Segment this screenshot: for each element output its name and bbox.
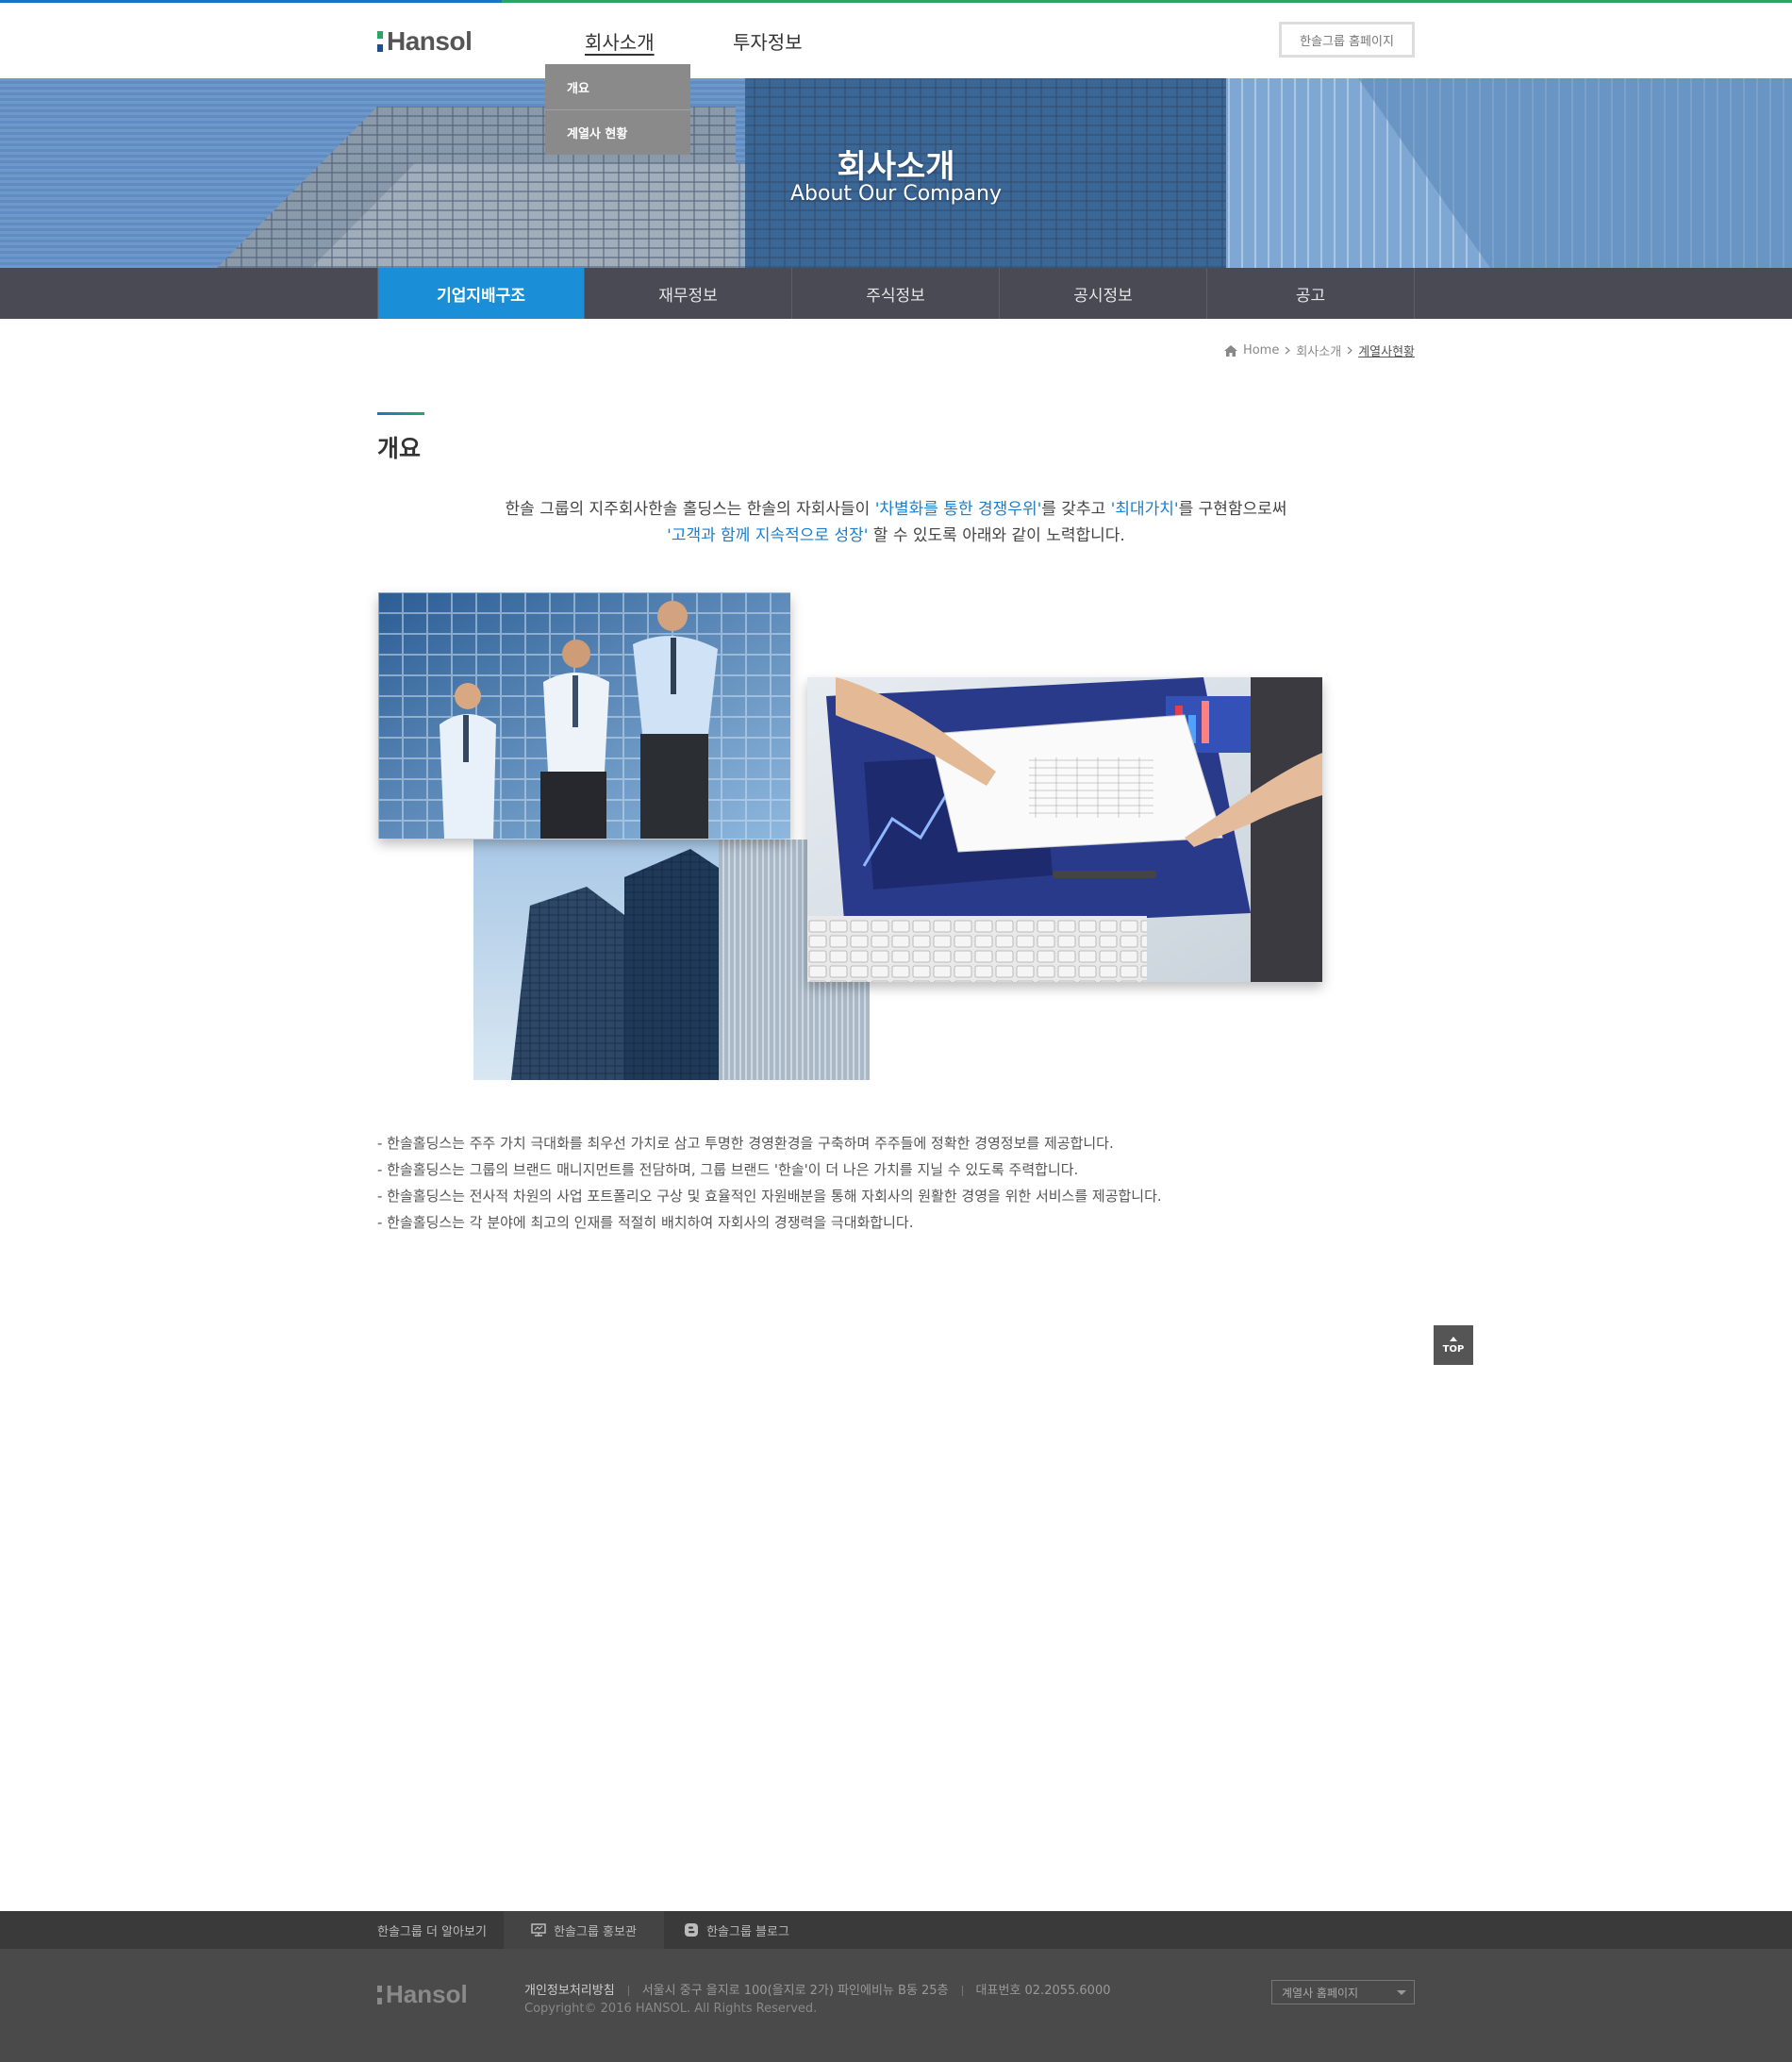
chevron-right-icon — [1347, 346, 1353, 355]
family-site-select-label: 계열사 홈페이지 — [1282, 1986, 1359, 2000]
family-site-select[interactable]: 계열사 홈페이지 — [1271, 1980, 1415, 2004]
overview-bullet-list: - 한솔홀딩스는 주주 가치 극대화를 최우선 가치로 삼고 투명한 경영환경을… — [377, 1130, 1162, 1236]
list-item: - 한솔홀딩스는 그룹의 브랜드 매니지먼트를 전담하며, 그룹 브랜드 '한솔… — [377, 1161, 1079, 1178]
footer-logo: Hansol — [377, 1980, 468, 2009]
dropdown-item-affiliates[interactable]: 계열사 현황 — [545, 109, 690, 155]
tab-governance[interactable]: 기업지배구조 — [377, 268, 585, 319]
intro-text-part: 한솔 그룹의 지주회사한솔 홀딩스는 한솔의 자회사들이 — [505, 500, 875, 519]
breadcrumb: Home 회사소개 계열사현황 — [1207, 341, 1415, 359]
footer-copyright: Copyright© 2016 HANSOL. All Rights Reser… — [524, 2002, 818, 2016]
footer-logo-text: Hansol — [386, 1980, 468, 2008]
presentation-board-icon — [531, 1923, 546, 1937]
intro-text-part: 할 수 있도록 아래와 같이 노력합니다. — [868, 526, 1125, 545]
header: Hansol 회사소개 투자정보 한솔그룹 홈페이지 — [0, 3, 1792, 78]
chevron-right-icon — [1285, 346, 1291, 355]
logo-mark-icon — [377, 31, 383, 52]
footer-more-label: 한솔그룹 더 알아보기 — [377, 1924, 487, 1939]
company-dropdown-menu: 개요 계열사 현황 — [545, 64, 690, 155]
intro-text-part: 를 구현함으로써 — [1178, 500, 1287, 519]
blogger-icon — [685, 1923, 699, 1937]
tab-notice[interactable]: 공고 — [1207, 268, 1415, 319]
chevron-down-icon — [1397, 1990, 1406, 1995]
documents-desk-photo — [807, 677, 1322, 982]
intro-highlight: '최대가치' — [1110, 500, 1179, 519]
hansol-logo[interactable]: Hansol — [377, 25, 473, 58]
privacy-policy-link[interactable]: 개인정보처리방침 — [524, 1984, 615, 1998]
pr-hall-label: 한솔그룹 홍보관 — [554, 1924, 637, 1939]
blog-link[interactable]: 한솔그룹 블로그 — [666, 1911, 807, 1949]
divider — [627, 1986, 629, 1996]
scroll-top-button[interactable]: TOP — [1434, 1325, 1473, 1365]
divider — [961, 1986, 963, 1996]
logo-mark-icon — [377, 1985, 382, 2004]
list-item: - 한솔홀딩스는 각 분야에 최고의 인재를 적절히 배치하여 자회사의 경쟁력… — [377, 1214, 914, 1231]
scroll-top-label: TOP — [1442, 1343, 1465, 1355]
dropdown-item-overview[interactable]: 개요 — [545, 64, 690, 109]
intro-highlight: '차별화를 통한 경쟁우위' — [874, 500, 1042, 519]
breadcrumb-level1[interactable]: 회사소개 — [1296, 341, 1341, 359]
footer-links-bar: 한솔그룹 더 알아보기 한솔그룹 홍보관 한솔그룹 블로그 — [0, 1911, 1792, 1949]
section-title-bar — [377, 412, 424, 415]
businessmen-photo — [378, 592, 790, 839]
intro-text: 한솔 그룹의 지주회사한솔 홀딩스는 한솔의 자회사들이 '차별화를 통한 경쟁… — [377, 496, 1415, 549]
list-item: - 한솔홀딩스는 주주 가치 극대화를 최우선 가치로 삼고 투명한 경영환경을… — [377, 1135, 1114, 1152]
tab-stock[interactable]: 주식정보 — [792, 268, 1000, 319]
breadcrumb-current[interactable]: 계열사현황 — [1358, 341, 1415, 359]
sub-nav: 기업지배구조 재무정보 주식정보 공시정보 공고 — [0, 268, 1792, 319]
group-homepage-button[interactable]: 한솔그룹 홈페이지 — [1279, 22, 1415, 58]
hero-title: 회사소개 — [837, 148, 955, 186]
blog-label: 한솔그룹 블로그 — [706, 1924, 789, 1939]
hero-banner: 회사소개 About Our Company — [0, 78, 1792, 268]
logo-text: Hansol — [387, 26, 473, 56]
page: Hansol 회사소개 투자정보 한솔그룹 홈페이지 회사소개 About Ou… — [0, 0, 1792, 2062]
tab-financial[interactable]: 재무정보 — [585, 268, 792, 319]
intro-highlight: '고객과 함께 지속적으로 성장' — [667, 526, 869, 545]
breadcrumb-home[interactable]: Home — [1243, 343, 1279, 358]
footer-phone: 대표번호 02.2055.6000 — [975, 1984, 1111, 1998]
intro-text-part: 를 갖추고 — [1041, 500, 1111, 519]
footer-info: 개인정보처리방침 서울시 중구 을지로 100(을지로 2가) 파인에비뉴 B동 … — [524, 1980, 1111, 1998]
section-title: 개요 — [377, 435, 422, 462]
home-icon — [1223, 344, 1237, 357]
pr-hall-link[interactable]: 한솔그룹 홍보관 — [504, 1911, 664, 1949]
footer: Hansol 개인정보처리방침 서울시 중구 을지로 100(을지로 2가) 파인… — [0, 1949, 1792, 2062]
hero-subtitle: About Our Company — [790, 182, 1002, 206]
tab-disclosure[interactable]: 공시정보 — [1000, 268, 1207, 319]
list-item: - 한솔홀딩스는 전사적 차원의 사업 포트폴리오 구상 및 효율적인 자원배분… — [377, 1188, 1162, 1205]
gnb-item-investor[interactable]: 투자정보 — [733, 27, 803, 55]
arrow-up-icon — [1450, 1336, 1457, 1341]
gnb-item-company[interactable]: 회사소개 — [585, 27, 655, 55]
footer-address: 서울시 중구 을지로 100(을지로 2가) 파인에비뉴 B동 25층 — [641, 1984, 949, 1998]
